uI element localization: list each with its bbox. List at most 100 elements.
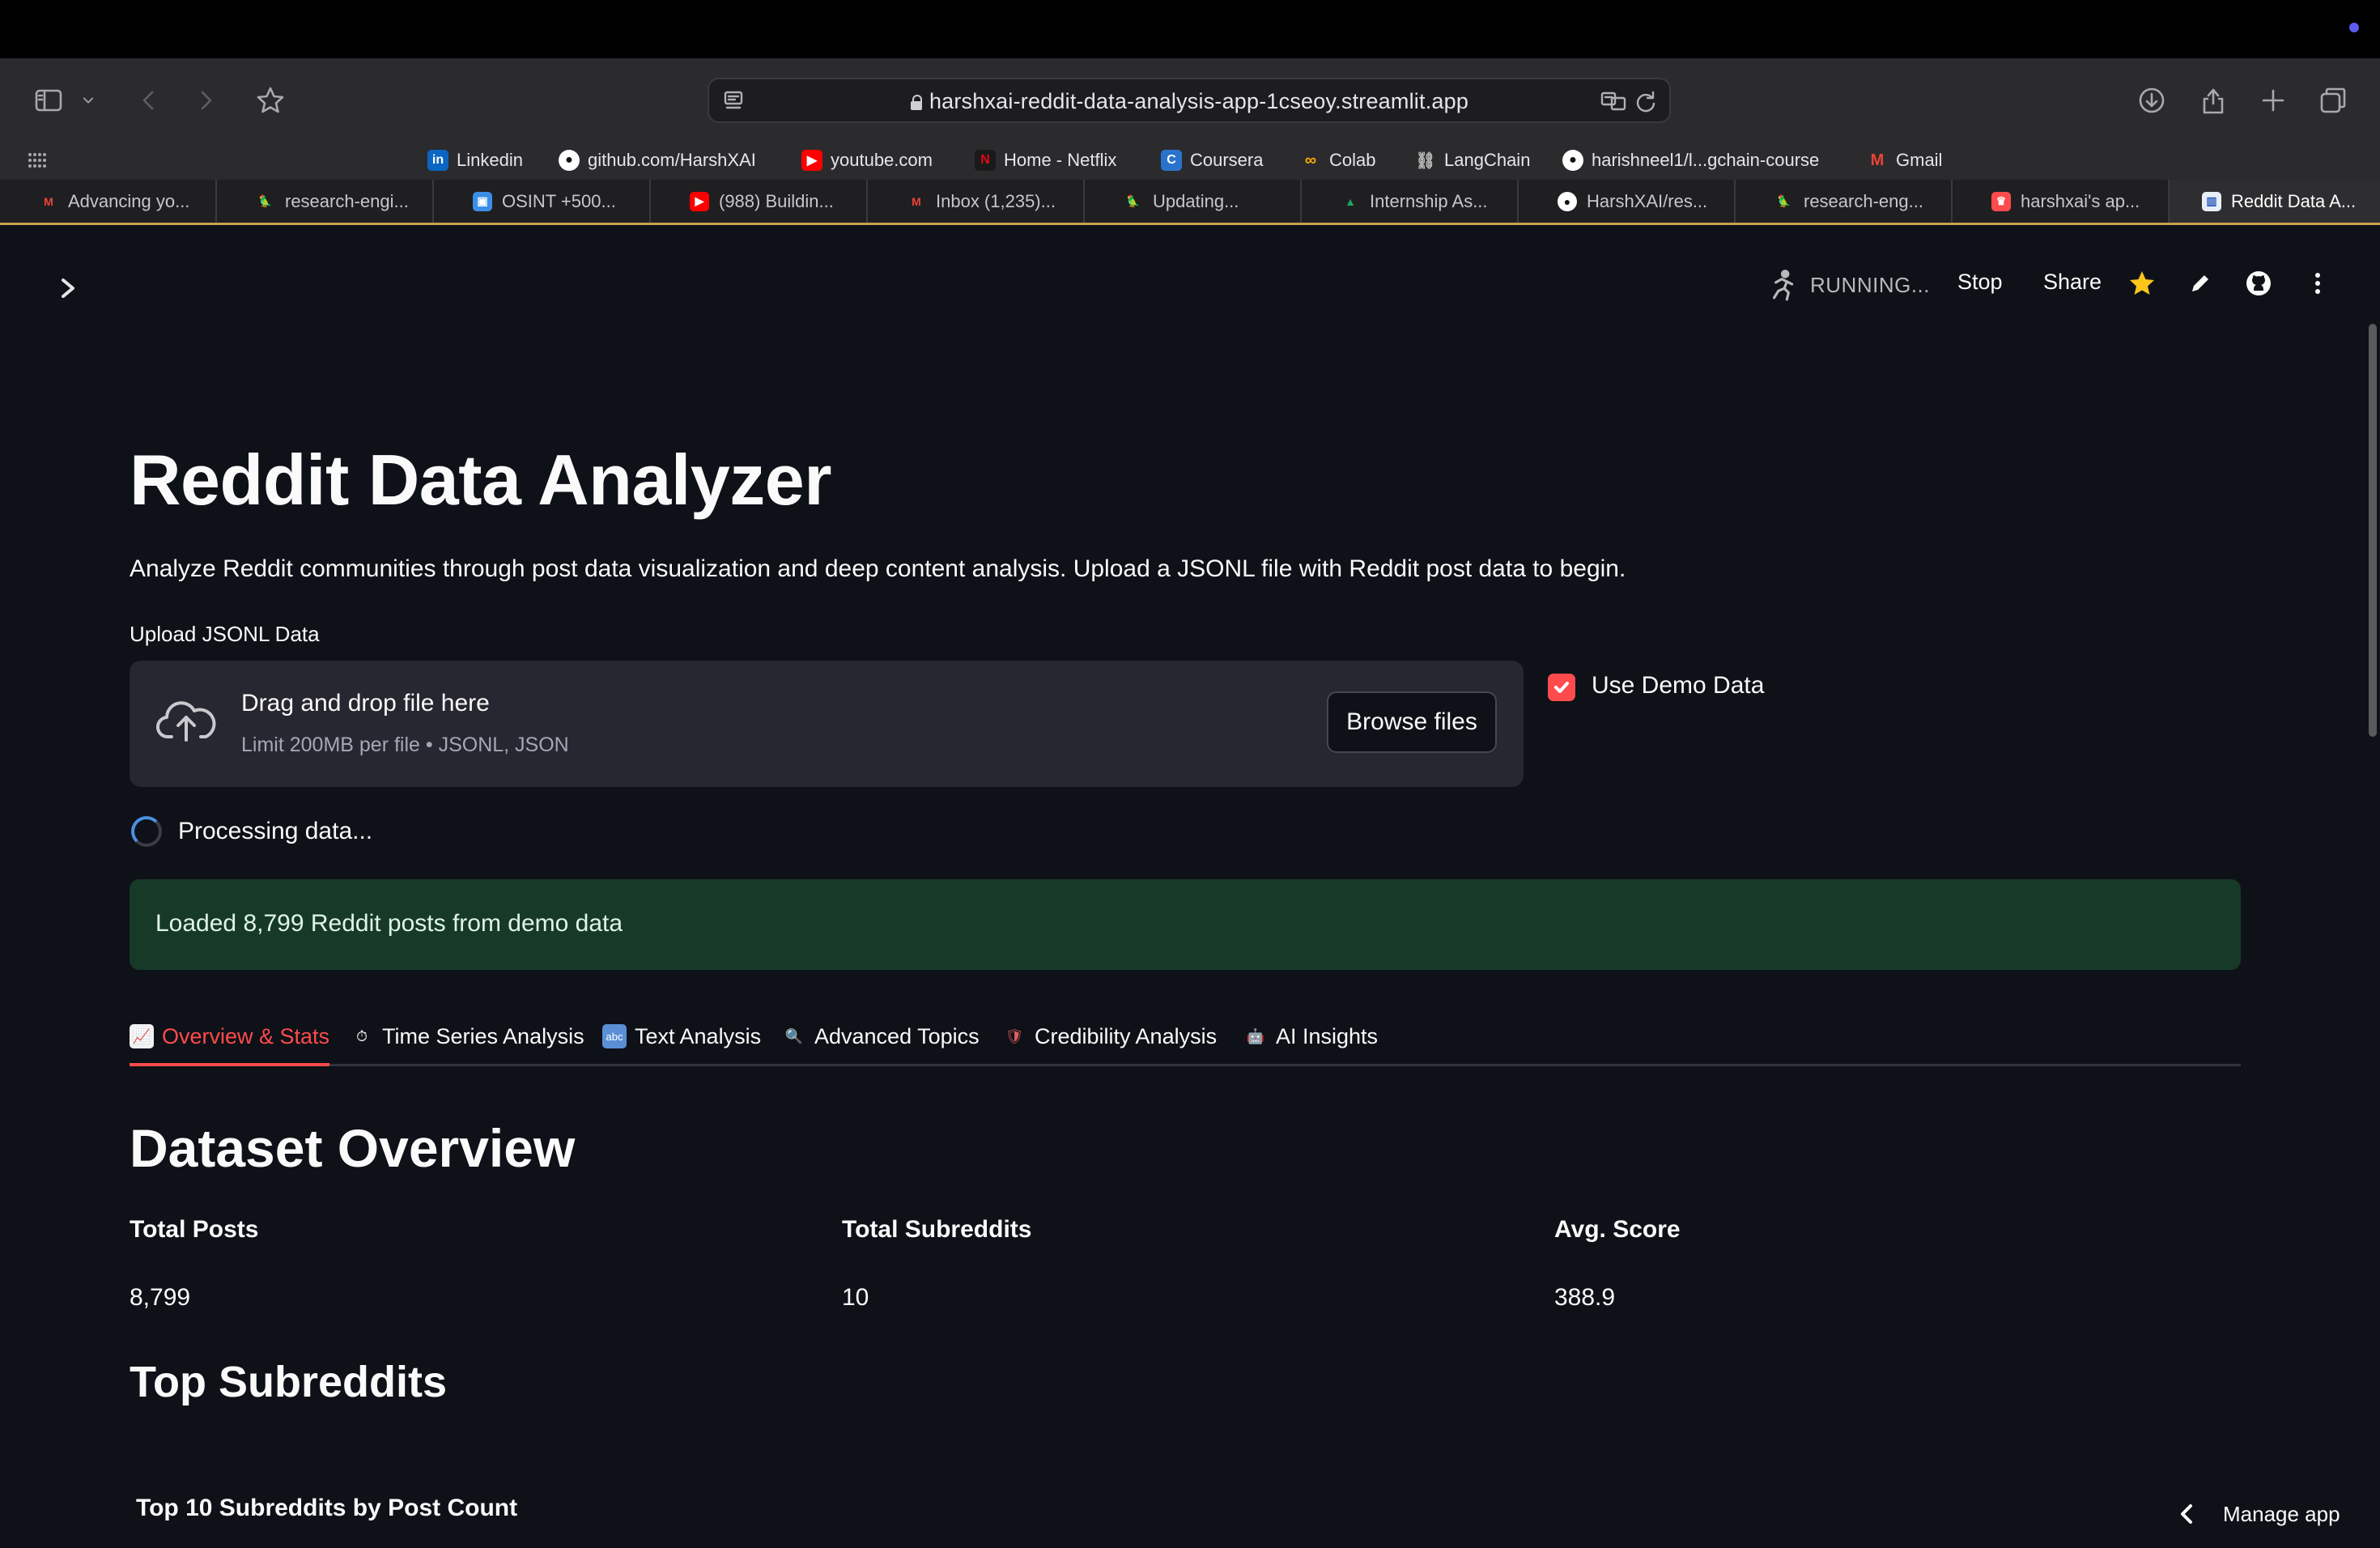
metric-label: Total Subreddits xyxy=(842,1216,1032,1243)
metric-value: 10 xyxy=(842,1284,869,1311)
chart-increasing-icon: 📈 xyxy=(130,1024,154,1048)
edit-pencil-icon[interactable] xyxy=(2186,269,2215,298)
stopwatch-icon: ⏱ xyxy=(355,1027,368,1044)
stop-button[interactable]: Stop xyxy=(1957,270,2003,295)
shield-icon: 🛡 xyxy=(1005,1027,1024,1044)
doc-icon: ▣ xyxy=(473,191,492,211)
browser-tab[interactable]: 🦜 research-engi... xyxy=(217,180,434,223)
magnifier-icon: 🔍 xyxy=(784,1027,804,1044)
sidebar-toggle-icon[interactable] xyxy=(31,83,66,118)
reload-icon[interactable] xyxy=(1632,88,1660,116)
gmail-icon: M xyxy=(44,194,53,208)
use-demo-data-label[interactable]: Use Demo Data xyxy=(1592,672,1764,700)
youtube-icon: ▶ xyxy=(690,191,709,211)
metric-label: Avg. Score xyxy=(1554,1216,1681,1243)
analysis-tabs: 📈 Overview & Stats ⏱ Time Series Analysis … xyxy=(130,1009,2241,1066)
chevron-left-icon xyxy=(2181,1504,2192,1524)
share-icon[interactable] xyxy=(2195,83,2231,118)
browser-tab[interactable]: ♛ harshxai's ap... xyxy=(1953,180,2170,223)
abc-icon: abc xyxy=(602,1024,627,1048)
bookmark-github[interactable]: ● github.com/HarshXAI xyxy=(559,144,756,176)
apps-grid-icon[interactable] xyxy=(28,151,47,170)
browser-tab[interactable]: ▣ OSINT +500... xyxy=(434,180,651,223)
browser-toolbar: harshxai-reddit-data-analysis-app-1cseoy… xyxy=(0,58,2380,141)
new-tab-icon[interactable] xyxy=(2255,83,2291,118)
page-title: Reddit Data Analyzer xyxy=(130,440,831,520)
use-demo-data-checkbox[interactable] xyxy=(1548,674,1575,701)
browser-tab[interactable]: M Advancing yo... xyxy=(0,180,217,223)
dropzone-limit: Limit 200MB per file • JSONL, JSON xyxy=(241,734,569,756)
coursera-icon: C xyxy=(1161,150,1182,171)
macos-menu-bar xyxy=(0,0,2380,58)
bookmark-langchain-course[interactable]: ● harishneel1/l...gchain-course xyxy=(1562,144,1819,176)
loading-spinner-icon xyxy=(131,816,162,847)
chart-icon: ▥ xyxy=(2202,191,2221,211)
downloads-icon[interactable] xyxy=(2134,83,2170,118)
colab-icon: ∞ xyxy=(1304,151,1317,169)
tab-credibility-analysis[interactable]: 🛡 Credibility Analysis xyxy=(1002,1009,1218,1064)
tab-ai-insights[interactable]: 🤖 AI Insights xyxy=(1243,1009,1378,1064)
bookmarks-bar: in Linkedin ● github.com/HarshXAI ▶ youtube… xyxy=(0,141,2380,180)
metric-value: 8,799 xyxy=(130,1284,191,1311)
tab-time-series-analysis[interactable]: ⏱ Time Series Analysis xyxy=(350,1009,584,1064)
running-person-icon xyxy=(1772,270,1794,301)
checkmark-icon xyxy=(1554,682,1569,693)
success-alert: Loaded 8,799 Reddit posts from demo data xyxy=(130,879,2241,970)
netflix-icon: N xyxy=(975,150,996,171)
manage-app-button[interactable]: Manage app xyxy=(2178,1498,2340,1530)
bookmark-linkedin[interactable]: in Linkedin xyxy=(427,144,523,176)
parrot-icon: 🦜 xyxy=(1126,194,1141,207)
browser-tab[interactable]: ▶ (988) Buildin... xyxy=(651,180,868,223)
running-status: RUNNING... xyxy=(1765,264,1930,306)
file-dropzone[interactable]: Drag and drop file here Limit 200MB per … xyxy=(130,661,1524,787)
tab-advanced-topics[interactable]: 🔍 Advanced Topics xyxy=(782,1009,980,1064)
bookmark-coursera[interactable]: C Coursera xyxy=(1161,144,1263,176)
browser-tab-strip: M Advancing yo... 🦜 research-engi... ▣ OSIN… xyxy=(0,180,2380,225)
bookmark-langchain[interactable]: ⛓ LangChain xyxy=(1415,144,1530,176)
processing-text: Processing data... xyxy=(178,818,373,844)
chart-title: Top 10 Subreddits by Post Count xyxy=(136,1495,518,1521)
url-text: harshxai-reddit-data-analysis-app-1cseoy… xyxy=(929,89,1469,113)
success-message: Loaded 8,799 Reddit posts from demo data xyxy=(155,910,623,937)
github-icon: ● xyxy=(1558,191,1577,211)
share-button[interactable]: Share xyxy=(2043,270,2102,295)
favorite-star-icon[interactable] xyxy=(2127,269,2157,298)
forward-icon[interactable] xyxy=(188,83,223,118)
github-icon[interactable] xyxy=(2244,269,2273,298)
browse-files-button[interactable]: Browse files xyxy=(1327,691,1497,753)
metric-value: 388.9 xyxy=(1554,1284,1616,1311)
gmail-icon: M xyxy=(1870,151,1885,169)
gmail-icon: M xyxy=(912,194,921,208)
page-scrollbar[interactable] xyxy=(2369,324,2377,737)
browser-tab[interactable]: M Inbox (1,235)... xyxy=(868,180,1085,223)
tab-overview-icon[interactable] xyxy=(2315,83,2351,118)
back-icon[interactable] xyxy=(131,83,167,118)
bookmark-netflix[interactable]: N Home - Netflix xyxy=(975,144,1116,176)
parrot-icon: 🦜 xyxy=(1777,194,1791,207)
tab-overview-stats[interactable]: 📈 Overview & Stats xyxy=(130,1009,330,1066)
more-menu-icon[interactable] xyxy=(2303,269,2332,298)
dropzone-title: Drag and drop file here xyxy=(241,690,490,717)
address-bar[interactable]: harshxai-reddit-data-analysis-app-1cseoy… xyxy=(708,78,1671,123)
metric-label: Total Posts xyxy=(130,1216,259,1243)
translate-icon[interactable] xyxy=(1600,88,1627,116)
browser-tab[interactable]: ▲ Internship As... xyxy=(1302,180,1519,223)
browser-tab[interactable]: 🦜 research-eng... xyxy=(1736,180,1953,223)
chevron-down-icon[interactable] xyxy=(78,83,99,118)
tab-text-analysis[interactable]: abc Text Analysis xyxy=(602,1009,761,1064)
drive-icon: ▲ xyxy=(1345,194,1356,208)
bookmark-colab[interactable]: ∞ Colab xyxy=(1300,144,1376,176)
github-icon: ● xyxy=(1562,150,1583,171)
parrot-icon: 🦜 xyxy=(258,194,273,207)
streamlit-icon: ♛ xyxy=(1991,191,2011,211)
browser-tab[interactable]: ● HarshXAI/res... xyxy=(1519,180,1736,223)
bookmark-gmail[interactable]: M Gmail xyxy=(1867,144,1943,176)
bookmark-youtube[interactable]: ▶ youtube.com xyxy=(801,144,933,176)
github-icon: ● xyxy=(559,150,580,171)
page-subtitle: Analyze Reddit communities through post … xyxy=(130,555,1626,582)
browser-tab-active[interactable]: ▥ Reddit Data A... xyxy=(2170,180,2380,223)
browser-tab[interactable]: 🦜 Updating... xyxy=(1085,180,1302,223)
robot-icon: 🤖 xyxy=(1246,1027,1265,1044)
sidebar-expand-icon[interactable] xyxy=(57,275,79,301)
star-icon[interactable] xyxy=(253,83,288,118)
